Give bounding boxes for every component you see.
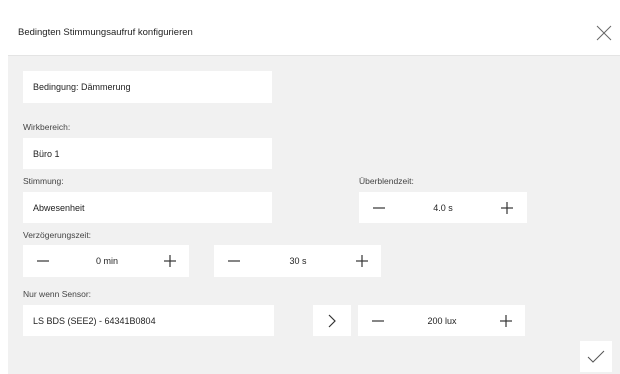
stimmung-field[interactable]: Abwesenheit	[23, 192, 272, 223]
lux-decrease-button[interactable]	[358, 305, 398, 336]
sensor-select-button[interactable]	[313, 305, 351, 336]
minutes-value: 0 min	[95, 256, 118, 266]
minus-icon	[37, 260, 49, 262]
ueberblendzeit-increase-button[interactable]	[487, 192, 527, 223]
stimmung-value: Abwesenheit	[33, 202, 85, 213]
minus-icon	[228, 260, 240, 262]
chevron-right-icon	[328, 314, 336, 327]
condition-field[interactable]: Bedingung: Dämmerung	[23, 71, 272, 103]
stimmung-label: Stimmung:	[23, 176, 64, 186]
condition-value: Bedingung: Dämmerung	[33, 82, 131, 92]
sensor-field[interactable]: LS BDS (SEE2) - 64341B0804	[23, 305, 274, 336]
lux-increase-button[interactable]	[486, 305, 525, 336]
wirkbereich-value: Büro 1	[33, 148, 60, 159]
ueberblendzeit-value-field[interactable]: 4.0 s	[399, 192, 487, 223]
plus-icon	[355, 255, 368, 267]
ueberblendzeit-decrease-button[interactable]	[359, 192, 399, 223]
minutes-value-field[interactable]: 0 min	[63, 245, 151, 277]
seconds-value-field[interactable]: 30 s	[254, 245, 342, 277]
verzoegerungszeit-label: Verzögerungszeit:	[23, 230, 92, 240]
minus-icon	[372, 319, 384, 322]
sensor-value: LS BDS (SEE2) - 64341B0804	[33, 315, 156, 326]
seconds-increase-button[interactable]	[342, 245, 381, 277]
close-icon	[596, 25, 612, 41]
wirkbereich-label: Wirkbereich:	[23, 122, 71, 132]
minutes-decrease-button[interactable]	[23, 245, 63, 277]
plus-icon	[164, 255, 176, 267]
dialog-header: Bedingten Stimmungsaufruf konfigurieren	[8, 10, 620, 56]
ueberblendzeit-value: 4.0 s	[433, 202, 453, 213]
minutes-increase-button[interactable]	[151, 245, 189, 277]
seconds-decrease-button[interactable]	[214, 245, 254, 277]
plus-icon	[501, 201, 513, 214]
wirkbereich-field[interactable]: Büro 1	[23, 138, 272, 169]
seconds-value: 30 s	[289, 256, 307, 266]
sensor-label: Nur wenn Sensor:	[23, 289, 92, 299]
lux-value-field[interactable]: 200 lux	[398, 305, 486, 336]
close-button[interactable]	[594, 22, 620, 44]
lux-value: 200 lux	[427, 315, 457, 326]
ueberblendzeit-label: Überblendzeit:	[359, 176, 414, 186]
dialog-title: Bedingten Stimmungsaufruf konfigurieren	[18, 27, 193, 38]
confirm-button[interactable]	[580, 341, 612, 372]
minus-icon	[373, 206, 385, 209]
plus-icon	[499, 314, 512, 327]
checkmark-icon	[587, 350, 605, 363]
